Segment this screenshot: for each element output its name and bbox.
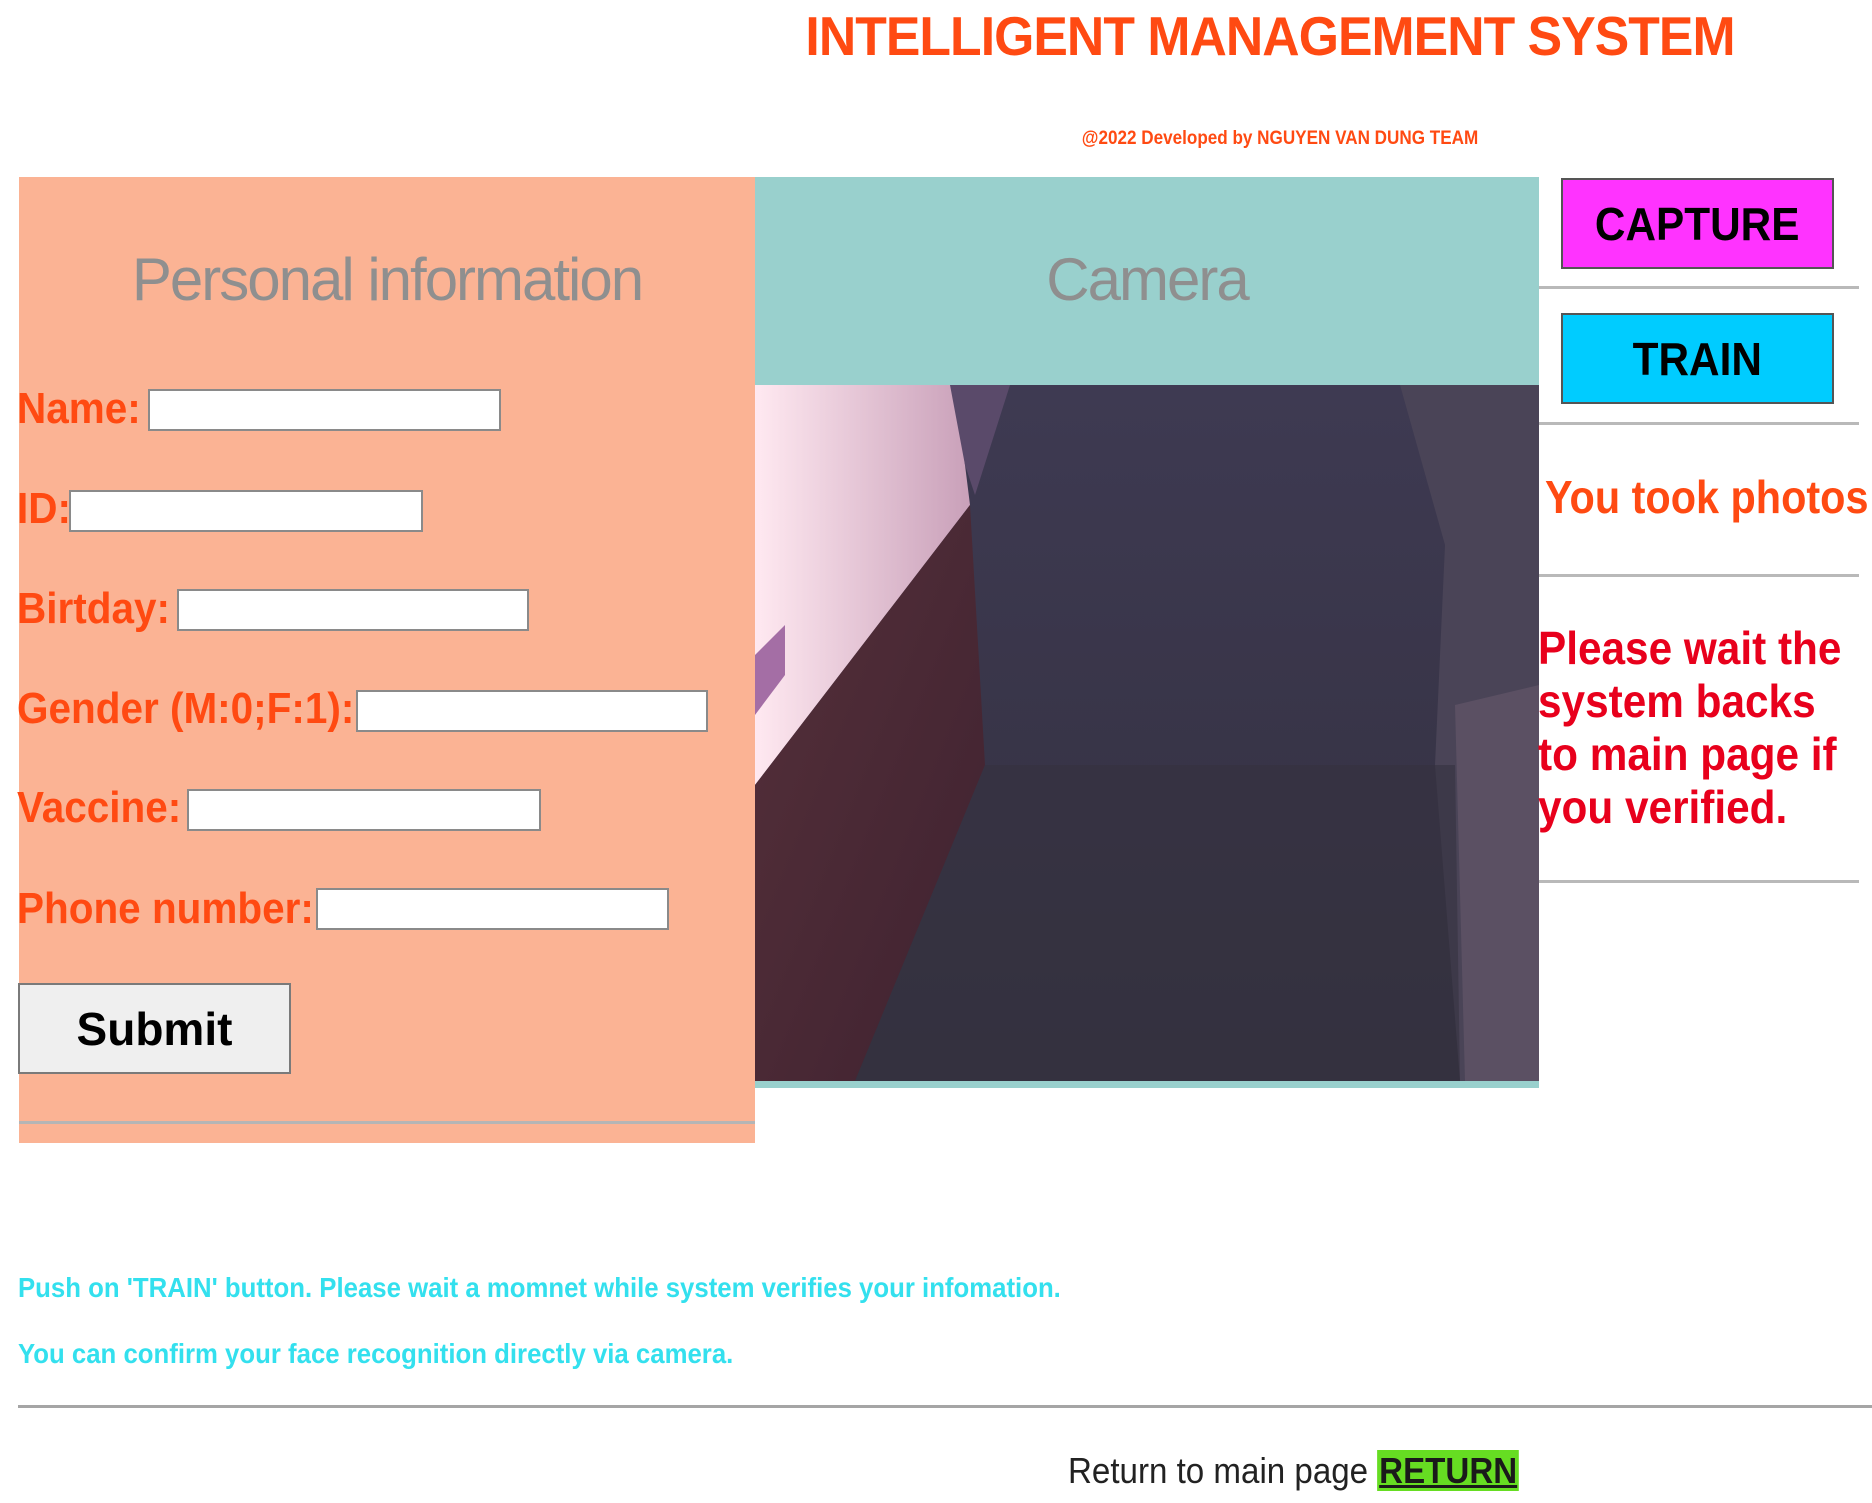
credit-text: @2022 Developed by NGUYEN VAN DUNG TEAM (1081, 128, 1479, 149)
return-link[interactable]: RETURN (1377, 1450, 1520, 1491)
wait-message: Please wait the system backs to main pag… (1538, 622, 1842, 833)
capture-label: CAPTURE (1595, 197, 1800, 250)
phone-label: Phone number: (17, 884, 314, 933)
capture-button[interactable]: CAPTURE (1561, 178, 1834, 269)
instruction-train: Push on 'TRAIN' button. Please wait a mo… (18, 1272, 1061, 1303)
birthday-input[interactable] (177, 589, 529, 631)
gender-input[interactable] (356, 690, 708, 732)
id-label: ID: (17, 484, 71, 533)
submit-button[interactable]: Submit (18, 983, 291, 1074)
wait-divider (1539, 880, 1859, 883)
footer-divider (18, 1405, 1872, 1408)
return-text: Return to main page (1068, 1450, 1369, 1491)
personal-info-heading: Personal information (131, 246, 644, 313)
vaccine-label: Vaccine: (17, 783, 182, 832)
train-button[interactable]: TRAIN (1561, 313, 1834, 404)
panel-divider (19, 1121, 755, 1124)
status-divider (1539, 574, 1859, 577)
train-label: TRAIN (1632, 332, 1763, 385)
birthday-label: Birtday: (17, 584, 170, 633)
camera-heading: Camera (1046, 246, 1249, 313)
train-divider (1539, 422, 1859, 425)
capture-divider (1539, 286, 1859, 289)
page-title: INTELLIGENT MANAGEMENT SYSTEM (805, 5, 1735, 67)
camera-feed (755, 385, 1539, 1081)
camera-image (755, 385, 1539, 1081)
phone-input[interactable] (316, 888, 669, 930)
instruction-confirm: You can confirm your face recognition di… (18, 1338, 734, 1369)
vaccine-input[interactable] (187, 789, 541, 831)
name-input[interactable] (148, 389, 501, 431)
id-input[interactable] (69, 490, 423, 532)
return-row: Return to main page RETURN (1068, 1450, 1520, 1492)
name-label: Name: (17, 384, 141, 433)
gender-label: Gender (M:0;F:1): (17, 684, 355, 733)
status-message: You took photos (1545, 471, 1869, 523)
